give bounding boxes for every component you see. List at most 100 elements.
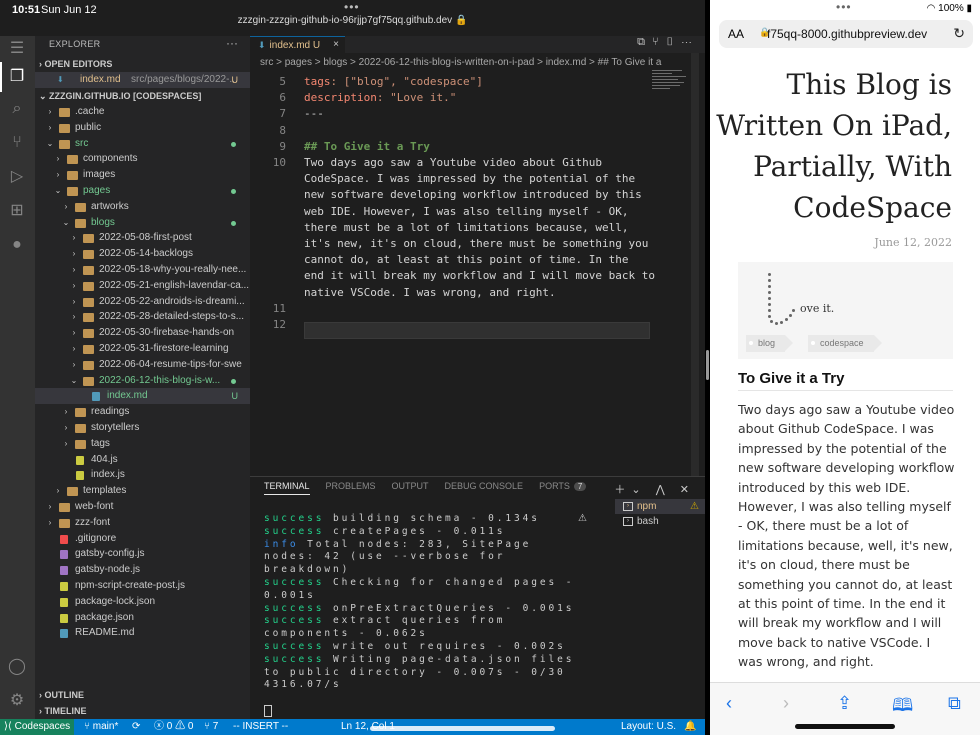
menu-icon[interactable]: ☰ <box>6 38 28 60</box>
tabs-icon[interactable]: ⧉ <box>948 693 961 714</box>
more-actions-icon[interactable]: ··· <box>226 36 238 50</box>
tree-item[interactable]: › 2022-05-30-firebase-hands-on <box>35 325 250 341</box>
reload-icon[interactable]: ↻ <box>953 25 965 42</box>
minimap[interactable] <box>652 70 688 100</box>
code-line[interactable]: CodeSpace. I was impressed by the potent… <box>304 172 635 185</box>
tree-item[interactable]: › public <box>35 120 250 136</box>
search-icon[interactable]: ⌕ <box>6 98 28 120</box>
tree-item[interactable]: › 2022-05-08-first-post <box>35 230 250 246</box>
code-line[interactable]: web IDE. However, I was also telling mys… <box>304 205 629 218</box>
tree-item[interactable]: gatsby-config.js <box>35 546 250 562</box>
remote-indicator[interactable]: ⟩⟨ Codespaces <box>0 719 74 735</box>
tree-item[interactable]: › 2022-05-31-firestore-learning <box>35 341 250 357</box>
code-line[interactable]: cannot do, at least at this point of tim… <box>304 253 629 266</box>
terminal-bash[interactable]: › bash <box>615 514 705 529</box>
tree-item[interactable]: › readings <box>35 404 250 420</box>
multitask-handle[interactable]: ••• <box>836 0 852 14</box>
tree-item[interactable]: › 2022-05-21-english-lavendar-ca... <box>35 278 250 294</box>
tree-item[interactable]: › 2022-05-18-why-you-really-nee... <box>35 262 250 278</box>
tree-item[interactable]: › artworks <box>35 199 250 215</box>
tree-item[interactable]: › storytellers <box>35 420 250 436</box>
tab-debug-console[interactable]: DEBUG CONSOLE <box>445 481 524 491</box>
account-icon[interactable]: ◯ <box>6 656 28 678</box>
run-debug-icon[interactable]: ▷ <box>6 166 28 188</box>
tree-item[interactable]: ⌄ blogs <box>35 215 250 231</box>
open-editors-header[interactable]: › OPEN EDITORS <box>35 56 250 72</box>
tab-index-md[interactable]: ⬇ index.md U × <box>250 36 345 53</box>
notifications-icon[interactable]: 🔔 <box>684 719 696 735</box>
keyboard-layout[interactable]: Layout: U.S. <box>621 719 676 735</box>
open-editor-item[interactable]: ⬇ index.md src/pages/blogs/2022-... U <box>35 72 250 88</box>
code-line[interactable]: native VSCode. I was wrong, and right. <box>304 286 556 299</box>
chevron-right-icon: › <box>48 502 52 511</box>
tree-item[interactable]: › 2022-06-04-resume-tips-for-swe <box>35 357 250 373</box>
code-line[interactable]: tags: ["blog", "codespace"] <box>304 75 483 88</box>
tree-item[interactable]: › 2022-05-22-androids-is-dreami... <box>35 294 250 310</box>
tree-item[interactable]: index.md U <box>35 388 250 405</box>
tree-item[interactable]: gatsby-node.js <box>35 562 250 578</box>
tree-item[interactable]: ⌄ 2022-06-12-this-blog-is-w... <box>35 373 250 389</box>
bookmarks-icon[interactable]: 🕮 <box>892 693 913 723</box>
tree-item[interactable]: ⌄ pages <box>35 183 250 199</box>
extensions-icon[interactable]: ⊞ <box>6 200 28 222</box>
tree-item[interactable]: npm-script-create-post.js <box>35 578 250 594</box>
share-icon[interactable]: ⇪ <box>837 693 852 714</box>
tree-item[interactable]: › templates <box>35 483 250 499</box>
editor-scrollbar[interactable] <box>691 53 699 476</box>
code-line[interactable]: Two days ago saw a Youtube video about G… <box>304 156 602 169</box>
tag-codespace[interactable]: codespace <box>808 335 882 352</box>
code-line[interactable]: it's new, it's on cloud, there must be s… <box>304 237 648 250</box>
tree-item[interactable]: › images <box>35 167 250 183</box>
address-bar[interactable]: AA 🔒 f75qq-8000.githubpreview.dev ↻ <box>719 20 973 48</box>
code-line[interactable]: end it will break my workflow and I will… <box>304 269 655 282</box>
tree-item[interactable]: index.js <box>35 467 250 483</box>
branch-indicator[interactable]: ⑂ main* <box>84 719 118 735</box>
editor-actions[interactable]: ⧉⑂▯⋯ <box>637 36 699 49</box>
ports-indicator[interactable]: ⑂ 7 <box>204 719 218 735</box>
breadcrumb[interactable]: src > pages > blogs > 2022-06-12-this-bl… <box>260 57 705 68</box>
source-control-icon[interactable]: ⑂ <box>6 132 28 154</box>
reader-options-button[interactable]: AA <box>728 27 744 41</box>
tab-ports[interactable]: PORTS <box>539 481 570 491</box>
tree-item[interactable]: › 2022-05-28-detailed-steps-to-s... <box>35 309 250 325</box>
address-text[interactable]: f75qq-8000.githubpreview.dev <box>767 27 927 41</box>
outline-header[interactable]: › OUTLINE <box>35 687 250 703</box>
tree-item[interactable]: › zzz-font <box>35 515 250 531</box>
settings-gear-icon[interactable]: ⚙ <box>6 690 28 712</box>
tree-item[interactable]: › 2022-05-14-backlogs <box>35 246 250 262</box>
log-level: success <box>264 525 325 537</box>
split-handle[interactable] <box>706 350 709 380</box>
tag-blog[interactable]: blog <box>746 335 794 352</box>
tree-item[interactable]: .gitignore <box>35 531 250 547</box>
tree-item[interactable]: package-lock.json <box>35 594 250 610</box>
forward-icon[interactable]: › <box>783 693 789 714</box>
tree-item[interactable]: package.json <box>35 610 250 626</box>
terminal-output[interactable]: success building schema - 0.134s success … <box>264 513 604 692</box>
tree-item[interactable]: ⌄ src <box>35 136 250 152</box>
code-line[interactable]: ## To Give it a Try <box>304 140 430 153</box>
close-tab-icon[interactable]: × <box>333 37 339 53</box>
tree-item[interactable]: 404.js <box>35 452 250 468</box>
tree-item[interactable]: › .cache <box>35 104 250 120</box>
workspace-header[interactable]: ⌄ ZZZGIN.GITHUB.IO [CODESPACES] <box>35 88 250 104</box>
timeline-header[interactable]: › TIMELINE <box>35 703 250 719</box>
terminal-npm[interactable]: › npm ⚠ <box>615 499 705 514</box>
tree-item[interactable]: › web-font <box>35 499 250 515</box>
sync-icon[interactable]: ⟳ <box>132 719 140 735</box>
tree-item[interactable]: README.md <box>35 625 250 641</box>
back-icon[interactable]: ‹ <box>726 693 732 714</box>
code-line[interactable]: new software developing workflow introdu… <box>304 188 642 201</box>
tab-problems[interactable]: PROBLEMS <box>326 481 376 491</box>
files-icon[interactable]: ❐ <box>6 66 28 88</box>
tab-terminal[interactable]: TERMINAL <box>264 481 310 495</box>
problems-indicator[interactable]: ⓧ 0 ⚠ 0 <box>154 719 193 735</box>
panel-actions[interactable]: ＋⌄ ⋀ ✕ <box>614 481 695 497</box>
code-line[interactable]: there must be a lot of limitations becau… <box>304 221 629 234</box>
github-icon[interactable]: ● <box>6 234 28 256</box>
multitask-handle[interactable]: ••• <box>344 0 360 14</box>
code-line[interactable]: description: "Love it." <box>304 91 456 104</box>
tree-item[interactable]: › tags <box>35 436 250 452</box>
tab-output[interactable]: OUTPUT <box>392 481 429 491</box>
tree-item[interactable]: › components <box>35 151 250 167</box>
code-line[interactable]: --- <box>304 107 324 120</box>
